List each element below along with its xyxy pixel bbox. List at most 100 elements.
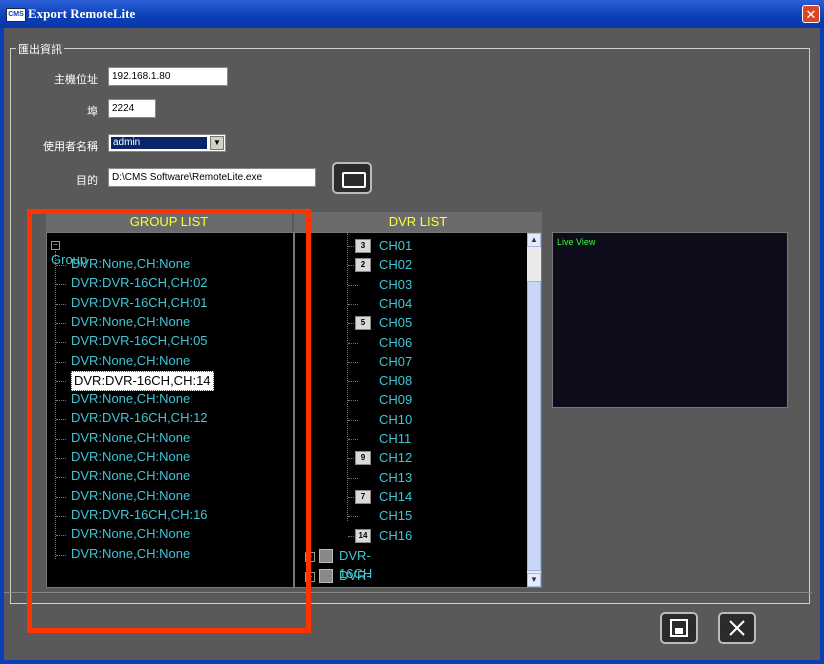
- tree-line: [55, 251, 56, 559]
- tree-connector: [56, 284, 66, 286]
- group-list-item[interactable]: DVR:DVR-16CH,CH:14: [71, 370, 214, 391]
- channel-item[interactable]: CH11: [379, 430, 411, 448]
- tree-connector: [56, 265, 66, 266]
- channel-item[interactable]: CH10: [379, 411, 412, 429]
- group-list-item[interactable]: DVR:None,CH:None: [71, 467, 190, 485]
- group-list-item[interactable]: DVR:None,CH:None: [71, 487, 190, 505]
- chevron-down-icon[interactable]: ▼: [210, 136, 224, 150]
- tree-connector: [56, 554, 66, 556]
- divider: [4, 592, 812, 593]
- group-list-item[interactable]: DVR:None,CH:None: [71, 255, 190, 273]
- destination-input[interactable]: D:\CMS Software\RemoteLite.exe: [108, 168, 316, 187]
- username-label: 使用者名稱: [43, 141, 98, 153]
- channel-item[interactable]: CH14: [379, 488, 412, 506]
- group-list-panel: −Group DVR:None,CH:None DVR:DVR-16CH,CH:0…: [46, 232, 294, 588]
- group-list-item[interactable]: DVR:DVR-16CH,CH:01: [71, 294, 208, 312]
- channel-badge-icon: 9: [355, 451, 371, 466]
- title-bar: CMS Export RemoteLite ✕: [0, 0, 824, 28]
- tree-connector: [348, 303, 358, 305]
- tree-connector: [56, 400, 66, 402]
- dvr-list-scrollbar[interactable]: ▲ ▼: [527, 233, 541, 587]
- scroll-thumb[interactable]: [527, 281, 541, 571]
- channel-item[interactable]: CH01: [379, 237, 412, 255]
- dvr-device-icon: [319, 569, 333, 583]
- group-list-item[interactable]: DVR:DVR-16CH,CH:12: [71, 409, 208, 427]
- group-list-item[interactable]: DVR:DVR-16CH,CH:05: [71, 332, 208, 350]
- browse-button[interactable]: [332, 162, 372, 194]
- tree-connector: [56, 361, 66, 363]
- save-icon: [670, 619, 688, 637]
- expand-icon[interactable]: +: [305, 572, 315, 582]
- window-title: Export RemoteLite: [28, 6, 136, 21]
- group-list-item[interactable]: DVR:None,CH:None: [71, 448, 190, 466]
- group-list-item[interactable]: DVR:None,CH:None: [71, 352, 190, 370]
- channel-badge-icon: 2: [355, 258, 371, 273]
- tree-connector: [56, 496, 66, 498]
- tree-connector: [56, 419, 66, 421]
- tree-connector: [56, 477, 66, 479]
- group-list-item[interactable]: DVR:None,CH:None: [71, 429, 190, 447]
- collapse-icon[interactable]: −: [51, 241, 60, 251]
- tree-connector: [348, 284, 358, 286]
- tree-connector: [348, 516, 358, 518]
- app-icon: CMS: [6, 8, 26, 22]
- dvr-device-icon: [319, 549, 333, 563]
- tree-connector: [56, 535, 66, 537]
- channel-item[interactable]: CH15: [379, 507, 412, 525]
- expand-icon[interactable]: +: [305, 552, 315, 562]
- cancel-button[interactable]: [718, 612, 756, 644]
- live-view-label: Live View: [557, 237, 596, 247]
- export-info-title: 匯出資訊: [16, 41, 64, 57]
- username-select[interactable]: admin ▼: [108, 134, 226, 152]
- tree-connector: [56, 515, 66, 517]
- tree-connector: [348, 400, 358, 402]
- dvr-node[interactable]: DVR-16CH: [339, 567, 372, 587]
- channel-item[interactable]: CH06: [379, 334, 412, 352]
- group-list-item[interactable]: DVR:None,CH:None: [71, 525, 190, 543]
- window-close-button[interactable]: ✕: [802, 5, 820, 23]
- tree-connector: [348, 381, 358, 383]
- channel-item[interactable]: CH07: [379, 353, 412, 371]
- username-selected-value: admin: [111, 137, 207, 149]
- folder-icon: [342, 172, 366, 188]
- channel-item[interactable]: CH04: [379, 295, 412, 313]
- channel-item[interactable]: CH13: [379, 469, 412, 487]
- tree-connector: [56, 458, 66, 459]
- host-input[interactable]: 192.168.1.80: [108, 67, 228, 86]
- channel-item[interactable]: CH08: [379, 372, 412, 390]
- group-list-item[interactable]: DVR:DVR-16CH,CH:16: [71, 506, 208, 524]
- scroll-down-icon[interactable]: ▼: [527, 573, 541, 587]
- scroll-up-icon[interactable]: ▲: [527, 233, 541, 247]
- channel-badge-icon: 3: [355, 239, 371, 253]
- group-list-item[interactable]: DVR:None,CH:None: [71, 545, 190, 563]
- tree-connector: [348, 419, 358, 421]
- save-button[interactable]: [660, 612, 698, 644]
- close-icon: [729, 620, 745, 636]
- group-list-item[interactable]: DVR:None,CH:None: [71, 390, 190, 408]
- channel-item[interactable]: CH16: [379, 527, 412, 545]
- channel-badge-icon: 14: [355, 528, 371, 543]
- tree-connector: [56, 322, 66, 324]
- destination-label: 目的: [76, 175, 98, 187]
- tree-connector: [56, 380, 66, 382]
- host-label: 主機位址: [54, 74, 98, 86]
- tree-connector: [348, 439, 358, 440]
- channel-badge-icon: 5: [355, 316, 371, 331]
- channel-item[interactable]: CH09: [379, 391, 412, 409]
- port-input[interactable]: 2224: [108, 99, 156, 118]
- port-label: 埠: [87, 106, 98, 118]
- group-list-item[interactable]: DVR:None,CH:None: [71, 313, 190, 331]
- tree-connector: [348, 342, 358, 344]
- channel-item[interactable]: CH05: [379, 314, 412, 332]
- channel-item[interactable]: CH02: [379, 256, 412, 274]
- dvr-list-panel: 3 CH01 2 CH02 CH03 CH04 5 CH05 CH06 CH07 CH08 CH09 C…: [294, 232, 542, 588]
- channel-item[interactable]: CH03: [379, 276, 412, 294]
- group-list-item[interactable]: DVR:DVR-16CH,CH:02: [71, 274, 208, 292]
- channel-item[interactable]: CH12: [379, 449, 412, 467]
- dvr-list-header: DVR LIST: [294, 212, 542, 232]
- group-list-header: GROUP LIST: [46, 212, 292, 232]
- tree-connector: [56, 342, 66, 344]
- tree-connector: [348, 361, 358, 363]
- tree-connector: [56, 303, 66, 305]
- tree-connector: [56, 438, 66, 440]
